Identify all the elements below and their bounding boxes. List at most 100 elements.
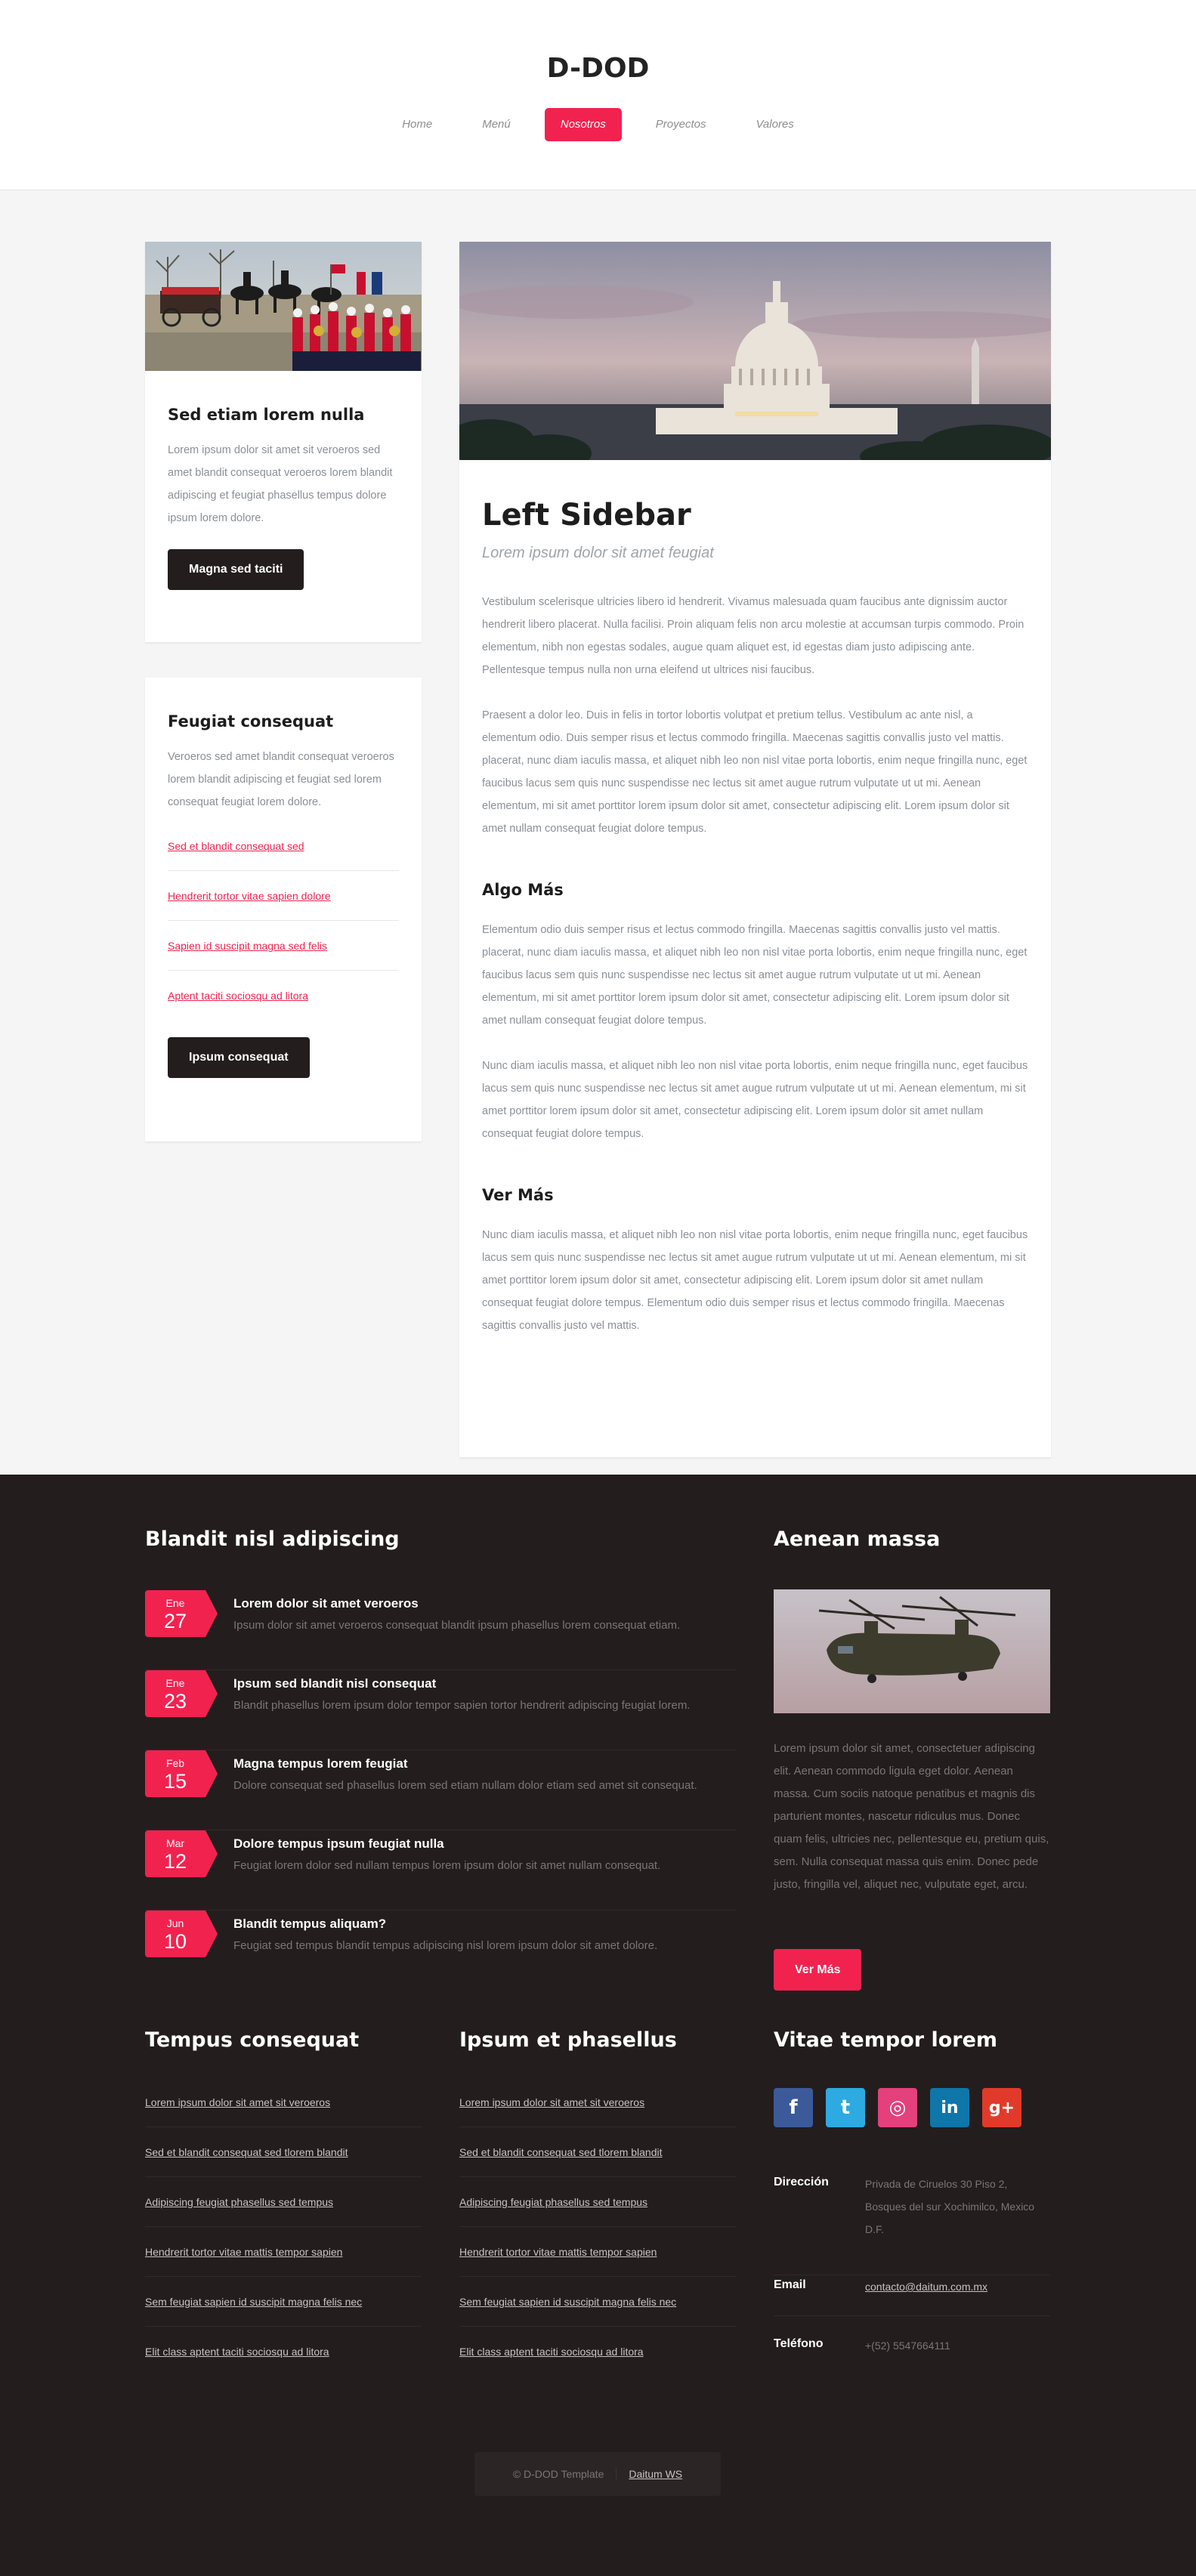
sidebar-card-text: Veroeros sed amet blandit consequat vero… xyxy=(168,751,394,808)
capitol-image xyxy=(459,242,1051,460)
list-item: Hendrerit tortor vitae mattis tempor sap… xyxy=(145,2227,422,2277)
event-desc: Blandit phasellus lorem ipsum dolor temp… xyxy=(233,1699,691,1712)
footer-link[interactable]: Sed et blandit consequat sed tlorem blan… xyxy=(145,2146,348,2158)
email-link[interactable]: contacto@daitum.com.mx xyxy=(865,2275,987,2298)
list-item: Hendrerit tortor vitae mattis tempor sap… xyxy=(459,2227,736,2277)
list-item[interactable]: Ene 23 Ipsum sed blandit nisl consequat B… xyxy=(145,1670,737,1750)
aside-heading: Aenean massa xyxy=(774,1527,941,1551)
article-paragraph: Nunc diam iaculis massa, et aliquet nibh… xyxy=(482,1229,1028,1332)
footer-link[interactable]: Adipiscing feugiat phasellus sed tempus xyxy=(459,2196,647,2208)
dribbble-icon[interactable]: ◎ xyxy=(878,2088,917,2127)
date-month: Ene xyxy=(165,1677,185,1689)
footer-link[interactable]: Hendrerit tortor vitae mattis tempor sap… xyxy=(459,2246,657,2258)
linkedin-icon[interactable]: in xyxy=(930,2088,969,2127)
twitter-icon[interactable]: t xyxy=(826,2088,865,2127)
article-paragraph: Vestibulum scelerisque ultricies libero … xyxy=(482,596,1024,676)
footer-col1-links: Lorem ipsum dolor sit amet sit veroeros … xyxy=(145,2077,422,2377)
date-badge: Ene 23 xyxy=(145,1670,218,1717)
list-item: Elit class aptent taciti sociosqu ad lit… xyxy=(459,2327,736,2377)
event-title[interactable]: Magna tempus lorem feugiat xyxy=(233,1756,407,1771)
event-title[interactable]: Dolore tempus ipsum feugiat nulla xyxy=(233,1836,444,1852)
footer-link[interactable]: Elit class aptent taciti sociosqu ad lit… xyxy=(145,2346,329,2358)
sidebar-link[interactable]: Hendrerit tortor vitae sapien dolore xyxy=(168,890,331,902)
funeral-procession-image xyxy=(145,242,422,371)
section-heading-ver-mas: Ver Más xyxy=(482,1186,554,1204)
nav-menu[interactable]: Menú xyxy=(466,108,527,141)
article: Left Sidebar Lorem ipsum dolor sit amet … xyxy=(459,242,1051,1457)
date-badge: Ene 27 xyxy=(145,1590,218,1637)
sidebar-card-links: Feugiat consequat Veroeros sed amet blan… xyxy=(145,678,422,1141)
sidebar-card-title: Feugiat consequat xyxy=(168,712,334,730)
date-day: 10 xyxy=(163,1930,187,1953)
list-item: Aptent taciti sociosqu ad litora xyxy=(168,971,399,1021)
date-month: Feb xyxy=(165,1757,185,1769)
footer-link[interactable]: Lorem ipsum dolor sit amet sit veroeros xyxy=(145,2096,330,2108)
contact-label: Teléfono xyxy=(774,2337,824,2350)
date-day: 15 xyxy=(163,1770,187,1793)
facebook-icon[interactable]: f xyxy=(774,2088,813,2127)
copyright-bar: © D-DOD Template Daitum WS xyxy=(474,2452,721,2496)
date-badge: Feb 15 xyxy=(145,1750,218,1797)
list-item: Sapien id suscipit magna sed felis xyxy=(168,921,399,971)
footer-link[interactable]: Adipiscing feugiat phasellus sed tempus xyxy=(145,2196,333,2208)
list-item: Sem feugiat sapien id suscipit magna fel… xyxy=(459,2277,736,2327)
contact-value: Privada de Ciruelos 30 Piso 2, Bosques d… xyxy=(865,2178,1035,2235)
sidebar-card-title: Sed etiam lorem nulla xyxy=(168,406,365,424)
ipsum-consequat-button[interactable]: Ipsum consequat xyxy=(168,1037,310,1078)
sidebar-link[interactable]: Sapien id suscipit magna sed felis xyxy=(168,940,327,952)
contact-label: Email xyxy=(774,2278,806,2291)
sidebar-link[interactable]: Aptent taciti sociosqu ad litora xyxy=(168,990,308,1002)
list-item[interactable]: Mar 12 Dolore tempus ipsum feugiat nulla … xyxy=(145,1830,737,1910)
nav-valores[interactable]: Valores xyxy=(740,108,809,141)
list-item[interactable]: Ene 27 Lorem dolor sit amet veroeros Ipsu… xyxy=(145,1590,737,1670)
article-paragraph: Praesent a dolor leo. Duis in felis in t… xyxy=(482,709,1028,835)
footer-col1-heading: Tempus consequat xyxy=(145,2028,360,2052)
sidebar-link[interactable]: Sed et blandit consequat sed xyxy=(168,840,304,852)
funeral-procession-illustration xyxy=(145,242,422,371)
contact-value: +(52) 5547664111 xyxy=(865,2340,950,2352)
event-title[interactable]: Blandit tempus aliquam? xyxy=(233,1917,386,1932)
events-heading: Blandit nisl adipiscing xyxy=(145,1527,400,1551)
footer-link[interactable]: Elit class aptent taciti sociosqu ad lit… xyxy=(459,2346,644,2358)
list-item: Sed et blandit consequat sed tlorem blan… xyxy=(459,2127,736,2177)
contact-phone: Teléfono +(52) 5547664111 xyxy=(774,2337,1050,2368)
footer-col2-heading: Ipsum et phasellus xyxy=(459,2028,677,2052)
capitol-building-illustration xyxy=(459,242,1051,460)
nav-proyectos[interactable]: Proyectos xyxy=(640,108,722,141)
footer-link[interactable]: Sed et blandit consequat sed tlorem blan… xyxy=(459,2146,663,2158)
footer-link[interactable]: Hendrerit tortor vitae mattis tempor sap… xyxy=(145,2246,342,2258)
event-title[interactable]: Lorem dolor sit amet veroeros xyxy=(233,1596,419,1611)
event-desc: Feugiat sed tempus blandit tempus adipis… xyxy=(233,1939,658,1952)
date-month: Mar xyxy=(165,1837,185,1849)
footer-link[interactable]: Sem feugiat sapien id suscipit magna fel… xyxy=(145,2296,362,2308)
list-item: Sed et blandit consequat sed tlorem blan… xyxy=(145,2127,422,2177)
helicopter-image xyxy=(774,1589,1050,1713)
list-item: Lorem ipsum dolor sit amet sit veroeros xyxy=(145,2077,422,2127)
nav-home[interactable]: Home xyxy=(386,108,448,141)
footer-link[interactable]: Lorem ipsum dolor sit amet sit veroeros xyxy=(459,2096,644,2108)
footer-col3-heading: Vitae tempor lorem xyxy=(774,2028,998,2052)
page-subtitle: Lorem ipsum dolor sit amet feugiat xyxy=(482,545,714,561)
section-heading-algo-mas: Algo Más xyxy=(482,881,564,899)
event-title[interactable]: Ipsum sed blandit nisl consequat xyxy=(233,1676,436,1691)
sidebar-link-list: Sed et blandit consequat sed Hendrerit t… xyxy=(168,821,399,1021)
copyright-text: © D-DOD Template xyxy=(512,2468,604,2480)
sidebar-card-featured: Sed etiam lorem nulla Lorem ipsum dolor … xyxy=(145,242,422,642)
list-item[interactable]: Jun 10 Blandit tempus aliquam? Feugiat se… xyxy=(145,1910,737,1991)
ver-mas-button[interactable]: Ver Más xyxy=(774,1949,862,1991)
googleplus-icon[interactable]: g+ xyxy=(982,2088,1021,2127)
site-title[interactable]: D-DOD xyxy=(0,53,1196,84)
list-item: Lorem ipsum dolor sit amet sit veroeros xyxy=(459,2077,736,2127)
contact-address: Dirección Privada de Ciruelos 30 Piso 2,… xyxy=(774,2176,1050,2275)
footer-link[interactable]: Sem feugiat sapien id suscipit magna fel… xyxy=(459,2296,676,2308)
list-item[interactable]: Feb 15 Magna tempus lorem feugiat Dolore … xyxy=(145,1750,737,1830)
credit-link[interactable]: Daitum WS xyxy=(629,2468,682,2480)
helicopter-illustration xyxy=(774,1589,1050,1713)
divider xyxy=(616,2467,617,2481)
social-links: f t ◎ in g+ xyxy=(774,2088,1021,2127)
event-desc: Ipsum dolor sit amet veroeros consequat … xyxy=(233,1619,681,1632)
list-item: Adipiscing feugiat phasellus sed tempus xyxy=(145,2177,422,2227)
magna-sed-taciti-button[interactable]: Magna sed taciti xyxy=(168,549,304,590)
nav-nosotros[interactable]: Nosotros xyxy=(544,108,622,141)
list-item: Hendrerit tortor vitae sapien dolore xyxy=(168,871,399,921)
